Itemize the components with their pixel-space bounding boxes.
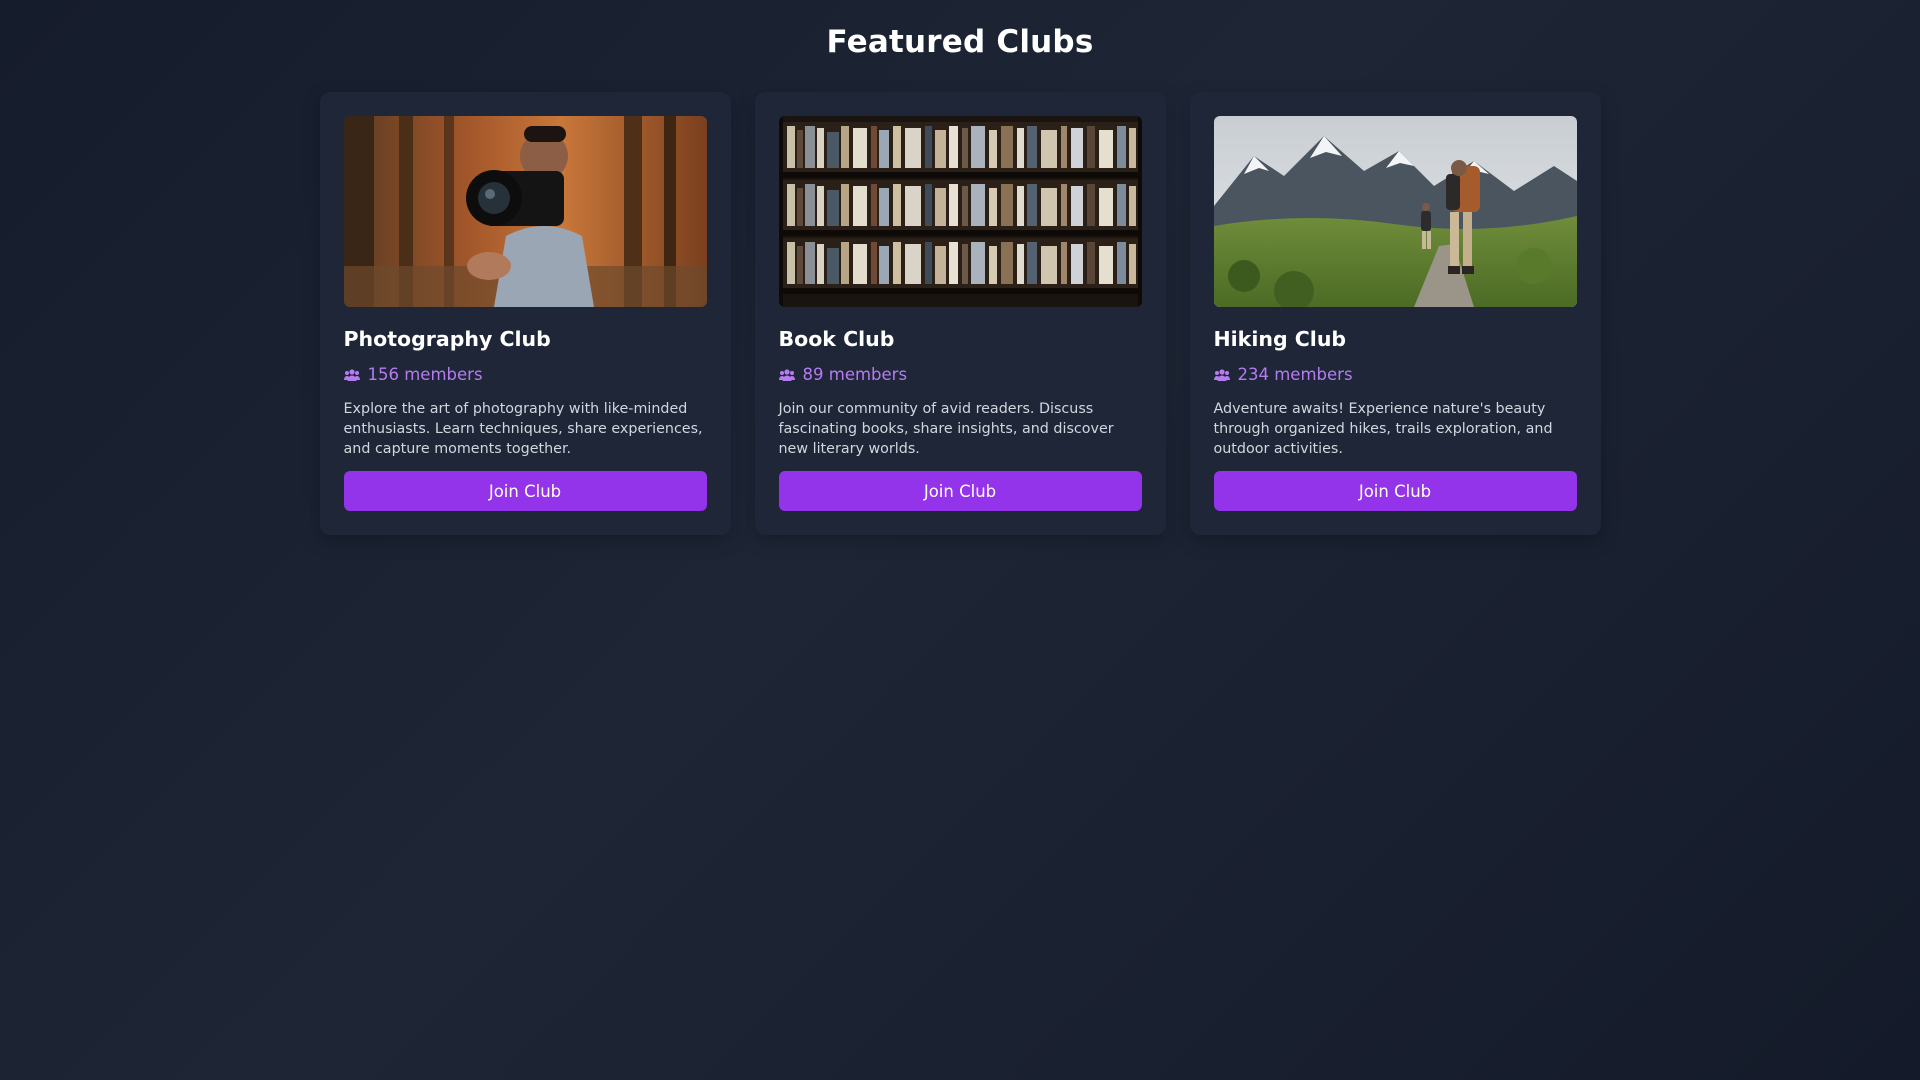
club-card-book: Book Club 89 members Join our community … [754, 92, 1166, 535]
club-card-hiking: Hiking Club 234 members Adventure awaits… [1189, 92, 1601, 535]
join-club-button[interactable]: Join Club [343, 471, 707, 511]
club-title: Hiking Club [1213, 327, 1347, 351]
page-title: Featured Clubs [826, 24, 1094, 60]
members-label: 156 members [367, 365, 483, 384]
club-description: Adventure awaits! Experience nature's be… [1213, 401, 1553, 457]
club-description: Explore the art of photography with like… [343, 401, 703, 457]
club-title: Photography Club [343, 327, 551, 351]
hiking-club-image [1213, 116, 1577, 307]
join-club-button[interactable]: Join Club [1213, 471, 1577, 511]
users-icon [778, 369, 795, 381]
members-label: 89 members [802, 365, 908, 384]
club-description: Join our community of avid readers. Disc… [778, 401, 1114, 457]
users-icon [343, 369, 360, 381]
members-count: 234 members [1213, 365, 1577, 385]
join-club-button[interactable]: Join Club [778, 471, 1142, 511]
members-count: 156 members [343, 365, 707, 385]
users-icon [1213, 369, 1230, 381]
club-title: Book Club [778, 327, 895, 351]
members-label: 234 members [1237, 365, 1353, 384]
book-club-image [778, 116, 1142, 307]
club-cards: Photography Club 156 members Explore the… [0, 92, 1920, 535]
members-count: 89 members [778, 365, 1142, 385]
photography-club-image [343, 116, 707, 307]
club-card-photography: Photography Club 156 members Explore the… [319, 92, 731, 535]
